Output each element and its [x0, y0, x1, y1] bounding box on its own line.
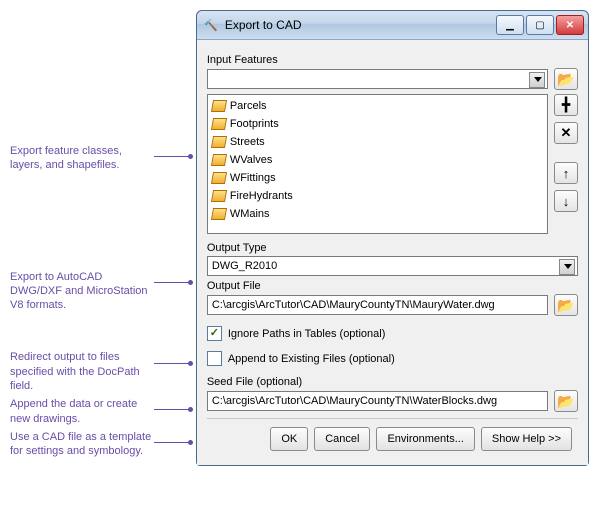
folder-open-icon: 📂	[557, 298, 574, 312]
feature-class-icon	[211, 172, 227, 184]
feature-list[interactable]: Parcels Footprints Streets WValves WFitt…	[207, 94, 548, 234]
annotation-column: Export feature classes, layers, and shap…	[10, 10, 196, 463]
x-icon: ✕	[561, 125, 572, 141]
input-features-label: Input Features	[207, 54, 578, 66]
chevron-down-icon	[534, 77, 542, 82]
output-file-label: Output File	[207, 280, 578, 292]
list-item-label: FireHydrants	[230, 190, 293, 202]
close-button[interactable]: ✕	[556, 15, 584, 35]
plus-icon: ╋	[562, 97, 570, 113]
window-title: Export to CAD	[225, 18, 496, 32]
output-type-value: DWG_R2010	[212, 260, 277, 272]
feature-class-icon	[211, 154, 227, 166]
annotation-seed: Use a CAD file as a template for setting…	[10, 430, 152, 459]
move-down-button[interactable]: ↓	[554, 190, 578, 212]
cancel-button[interactable]: Cancel	[314, 427, 370, 451]
input-features-combo[interactable]	[207, 69, 548, 89]
annotation-output-type: Export to AutoCAD DWG/DXF and MicroStati…	[10, 270, 152, 313]
button-bar: OK Cancel Environments... Show Help >>	[207, 418, 578, 457]
pointer-icon	[154, 156, 192, 157]
titlebar[interactable]: 🔨 Export to CAD ▁ ▢ ✕	[197, 11, 588, 40]
ok-button[interactable]: OK	[270, 427, 308, 451]
annotation-features: Export feature classes, layers, and shap…	[10, 144, 152, 173]
list-item-label: Footprints	[230, 118, 279, 130]
add-button[interactable]: ╋	[554, 94, 578, 116]
export-to-cad-window: 🔨 Export to CAD ▁ ▢ ✕ Input Features 📂	[196, 10, 589, 466]
browse-input-button[interactable]: 📂	[554, 68, 578, 90]
ignore-paths-label: Ignore Paths in Tables (optional)	[228, 328, 386, 340]
list-item[interactable]: WValves	[212, 151, 543, 169]
move-up-button[interactable]: ↑	[554, 162, 578, 184]
pointer-icon	[154, 442, 192, 443]
seed-file-value: C:\arcgis\ArcTutor\CAD\MauryCountyTN\Wat…	[212, 395, 497, 407]
arrow-up-icon: ↑	[563, 166, 570, 181]
browse-output-button[interactable]: 📂	[554, 294, 578, 316]
hammer-icon: 🔨	[203, 17, 219, 33]
append-label: Append to Existing Files (optional)	[228, 353, 395, 365]
list-item[interactable]: WFittings	[212, 169, 543, 187]
maximize-button[interactable]: ▢	[526, 15, 554, 35]
browse-seed-button[interactable]: 📂	[554, 390, 578, 412]
list-item[interactable]: Streets	[212, 133, 543, 151]
list-item[interactable]: Parcels	[212, 97, 543, 115]
list-item[interactable]: WMains	[212, 205, 543, 223]
output-type-combo[interactable]: DWG_R2010	[207, 256, 578, 276]
arrow-down-icon: ↓	[563, 194, 570, 209]
remove-button[interactable]: ✕	[554, 122, 578, 144]
list-item[interactable]: Footprints	[212, 115, 543, 133]
output-type-label: Output Type	[207, 242, 578, 254]
append-checkbox[interactable]	[207, 351, 222, 366]
environments-button[interactable]: Environments...	[376, 427, 474, 451]
ignore-paths-checkbox[interactable]	[207, 326, 222, 341]
show-help-button[interactable]: Show Help >>	[481, 427, 572, 451]
feature-class-icon	[211, 118, 227, 130]
pointer-icon	[154, 282, 192, 283]
list-item-label: Streets	[230, 136, 265, 148]
list-item-label: Parcels	[230, 100, 267, 112]
output-file-input[interactable]: C:\arcgis\ArcTutor\CAD\MauryCountyTN\Mau…	[207, 295, 548, 315]
folder-open-icon: 📂	[557, 394, 574, 408]
feature-class-icon	[211, 136, 227, 148]
minimize-button[interactable]: ▁	[496, 15, 524, 35]
client-area: Input Features 📂 Parcels Footprints Stre…	[197, 40, 588, 465]
list-item-label: WFittings	[230, 172, 276, 184]
annotation-docpath: Redirect output to files specified with …	[10, 350, 152, 393]
annotation-append: Append the data or create new drawings.	[10, 397, 152, 426]
seed-file-label: Seed File (optional)	[207, 376, 578, 388]
pointer-icon	[154, 409, 192, 410]
list-item-label: WValves	[230, 154, 273, 166]
feature-class-icon	[211, 190, 227, 202]
pointer-icon	[154, 363, 192, 364]
chevron-down-icon	[564, 264, 572, 269]
seed-file-input[interactable]: C:\arcgis\ArcTutor\CAD\MauryCountyTN\Wat…	[207, 391, 548, 411]
folder-open-icon: 📂	[557, 72, 574, 86]
list-item-label: WMains	[230, 208, 270, 220]
feature-class-icon	[211, 208, 227, 220]
output-file-value: C:\arcgis\ArcTutor\CAD\MauryCountyTN\Mau…	[212, 299, 495, 311]
feature-class-icon	[211, 100, 227, 112]
list-item[interactable]: FireHydrants	[212, 187, 543, 205]
